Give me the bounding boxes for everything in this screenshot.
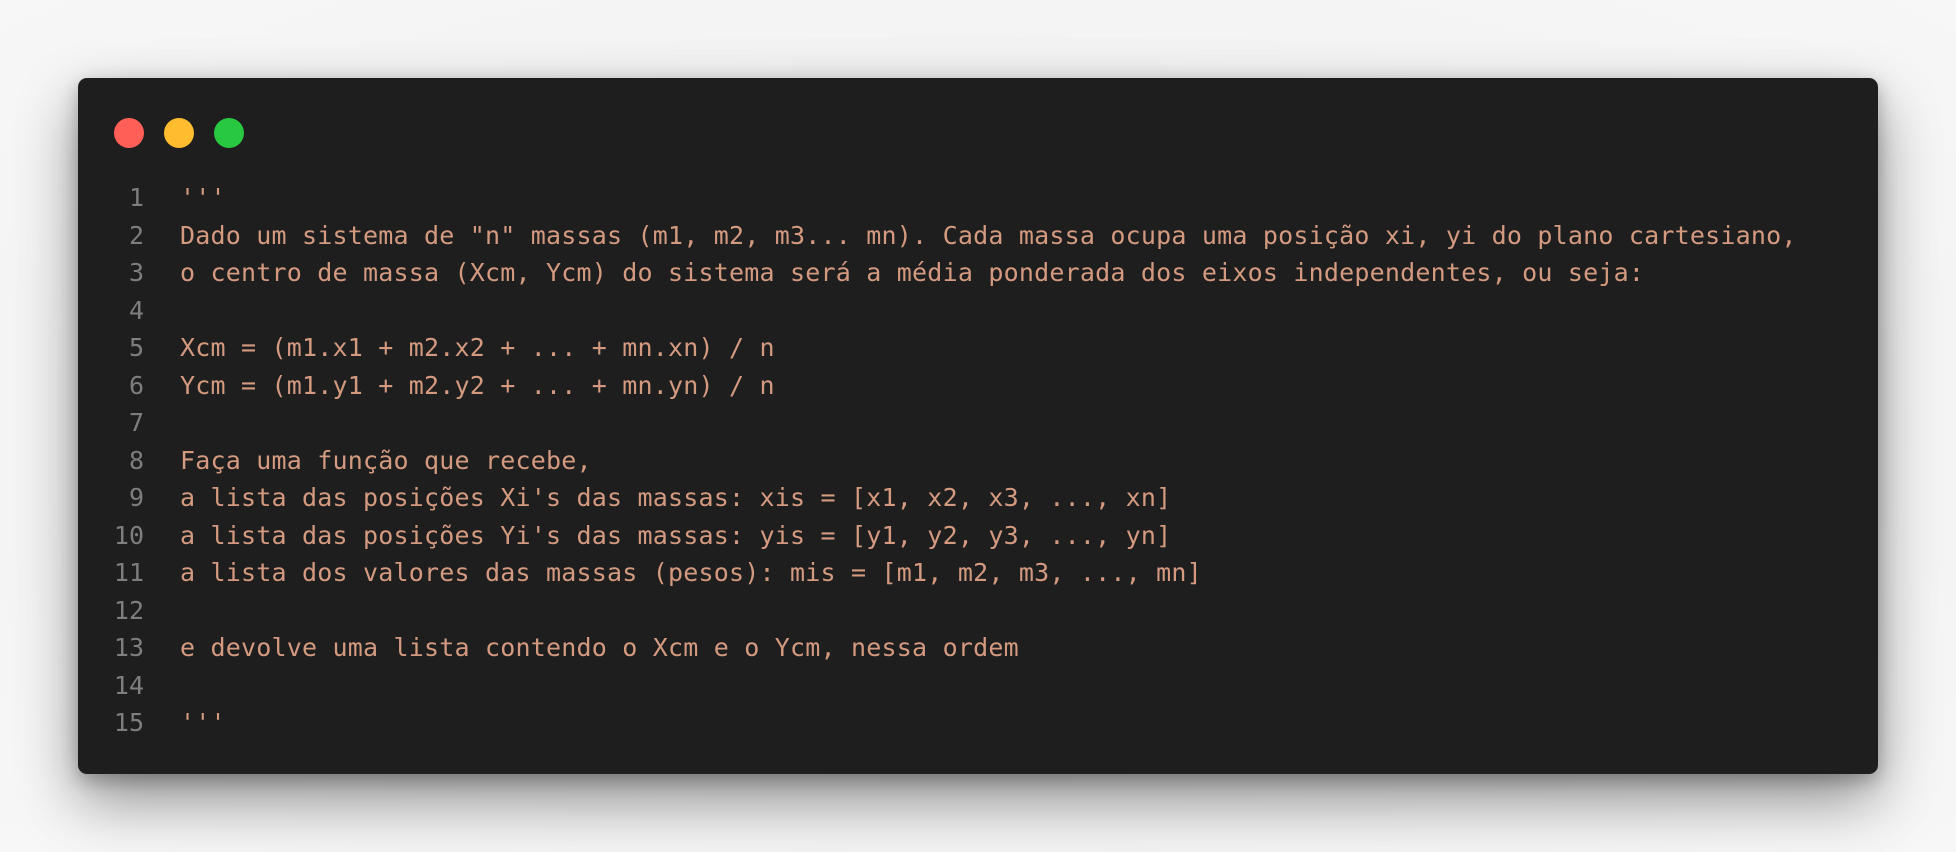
code-line: 4 <box>78 292 1878 330</box>
code-text: o centro de massa (Xcm, Ycm) do sistema … <box>180 258 1645 287</box>
code-editor[interactable]: 1 ''' 2 Dado um sistema de "n" massas (m1,… <box>78 179 1878 742</box>
line-number: 1 <box>128 183 144 212</box>
code-line: 1 ''' <box>78 179 1878 217</box>
line-number: 7 <box>128 408 144 437</box>
code-line: 10 a lista das posições Yi's das massas: … <box>78 517 1878 555</box>
line-number: 3 <box>128 258 144 287</box>
code-text: a lista das posições Yi's das massas: yi… <box>180 520 1172 550</box>
line-number: 5 <box>128 333 144 362</box>
window-controls <box>114 118 244 148</box>
code-text: Dado um sistema de "n" massas (m1, m2, m… <box>180 220 1797 250</box>
line-number: 12 <box>113 595 144 625</box>
code-line: 15 ''' <box>78 704 1878 742</box>
code-line: 5 Xcm = (m1.x1 + m2.x2 + ... + mn.xn) / n <box>78 329 1878 367</box>
code-text: e devolve uma lista contendo o Xcm e o Y… <box>180 633 1019 662</box>
code-text: Faça uma função que recebe, <box>180 445 592 475</box>
code-text: ''' <box>180 708 226 737</box>
line-number: 6 <box>128 370 144 400</box>
line-number: 2 <box>128 220 144 250</box>
maximize-button[interactable] <box>214 118 244 148</box>
line-number: 9 <box>128 483 144 512</box>
code-line: 6 Ycm = (m1.y1 + m2.y2 + ... + mn.yn) / n <box>78 367 1878 405</box>
code-line: 13 e devolve uma lista contendo o Xcm e o… <box>78 629 1878 667</box>
code-line: 14 <box>78 667 1878 705</box>
code-line: 3 o centro de massa (Xcm, Ycm) do sistema… <box>78 254 1878 292</box>
line-number: 14 <box>113 670 144 700</box>
line-number: 4 <box>128 295 144 325</box>
code-line: 9 a lista das posições Xi's das massas: x… <box>78 479 1878 517</box>
line-number: 13 <box>113 633 144 662</box>
code-text: a lista das posições Xi's das massas: xi… <box>180 483 1172 512</box>
line-number: 10 <box>113 520 144 550</box>
code-line: 8 Faça uma função que recebe, <box>78 442 1878 480</box>
code-text: Ycm = (m1.y1 + m2.y2 + ... + mn.yn) / n <box>180 370 775 400</box>
code-line: 2 Dado um sistema de "n" massas (m1, m2, … <box>78 217 1878 255</box>
code-line: 12 <box>78 592 1878 630</box>
code-text: Xcm = (m1.x1 + m2.x2 + ... + mn.xn) / n <box>180 333 775 362</box>
code-line: 7 <box>78 404 1878 442</box>
minimize-button[interactable] <box>164 118 194 148</box>
line-number: 8 <box>128 445 144 475</box>
code-window: 1 ''' 2 Dado um sistema de "n" massas (m1,… <box>78 78 1878 774</box>
line-number: 11 <box>113 558 144 587</box>
code-text: ''' <box>180 183 226 212</box>
line-number: 15 <box>113 708 144 737</box>
close-button[interactable] <box>114 118 144 148</box>
code-text: a lista dos valores das massas (pesos): … <box>180 558 1202 587</box>
code-line: 11 a lista dos valores das massas (pesos)… <box>78 554 1878 592</box>
